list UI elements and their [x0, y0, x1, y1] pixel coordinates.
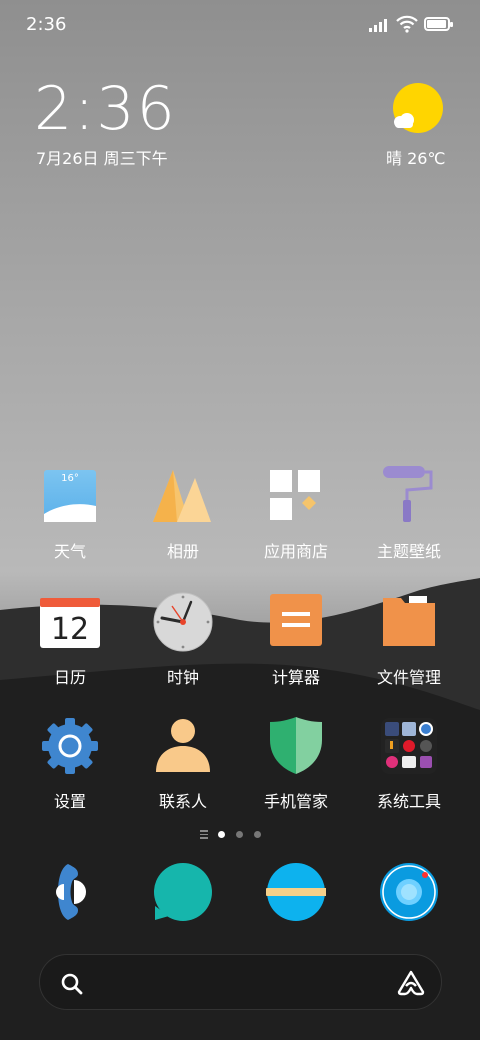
- gallery-icon: [153, 466, 213, 526]
- page-dot[interactable]: [236, 831, 243, 838]
- page-menu-icon: [200, 830, 208, 841]
- app-clock[interactable]: 时钟: [127, 592, 239, 688]
- app-file-manager[interactable]: 文件管理: [353, 592, 465, 688]
- weather-text[interactable]: 晴 26℃: [386, 145, 445, 169]
- security-icon: [266, 716, 326, 776]
- app-label: 文件管理: [376, 668, 441, 687]
- app-label: 主题壁纸: [376, 542, 441, 561]
- themes-icon: [379, 466, 439, 526]
- app-label: 天气: [53, 542, 86, 561]
- assistant-icon[interactable]: [397, 970, 425, 996]
- clock-widget-date[interactable]: 7月26日 周三下午: [36, 145, 168, 169]
- app-label: 系统工具: [376, 792, 441, 811]
- app-store-icon: [266, 466, 326, 526]
- app-security[interactable]: 手机管家: [240, 716, 352, 812]
- app-weather[interactable]: 16° 天气: [14, 466, 126, 562]
- messages-icon[interactable]: [153, 862, 213, 922]
- folder-tools[interactable]: 系统工具: [353, 716, 465, 812]
- app-calendar[interactable]: 12 日历: [14, 592, 126, 688]
- app-label: 设置: [53, 792, 86, 811]
- calendar-icon: 12: [40, 592, 100, 652]
- app-label: 日历: [53, 668, 86, 687]
- page-dot[interactable]: [254, 831, 261, 838]
- app-label: 计算器: [271, 668, 320, 687]
- clock-widget-time[interactable]: 2:36: [34, 76, 177, 142]
- file-manager-icon: [379, 592, 439, 652]
- page-indicator[interactable]: [200, 830, 280, 842]
- sunny-partly-cloudy-icon[interactable]: [390, 82, 444, 136]
- camera-icon[interactable]: [379, 862, 439, 922]
- app-label: 相册: [166, 542, 199, 561]
- weather-app-temp: 16°: [61, 473, 79, 484]
- app-gallery[interactable]: 相册: [127, 466, 239, 562]
- calendar-day: 12: [51, 612, 89, 647]
- settings-icon: [40, 716, 100, 776]
- app-themes[interactable]: 主题壁纸: [353, 466, 465, 562]
- app-calculator[interactable]: 计算器: [240, 592, 352, 688]
- phone-icon[interactable]: [40, 862, 100, 922]
- status-time: 2:36: [26, 14, 67, 35]
- calculator-icon: [266, 592, 326, 652]
- app-settings[interactable]: 设置: [14, 716, 126, 812]
- weather-app-icon: 16°: [40, 466, 100, 526]
- clock-icon: [153, 592, 213, 652]
- page-dot-active[interactable]: [218, 831, 225, 838]
- app-label: 联系人: [158, 792, 207, 811]
- app-label: 手机管家: [263, 792, 328, 811]
- app-label: 时钟: [166, 668, 199, 687]
- wifi-icon: [396, 15, 418, 33]
- signal-icon: [369, 18, 391, 32]
- browser-icon[interactable]: [266, 862, 328, 922]
- contacts-icon: [153, 716, 213, 776]
- app-store[interactable]: 应用商店: [240, 466, 352, 562]
- search-bar[interactable]: [39, 954, 442, 1010]
- battery-icon: [424, 17, 453, 31]
- app-contacts[interactable]: 联系人: [127, 716, 239, 812]
- tools-folder-icon: [379, 716, 439, 776]
- app-label: 应用商店: [263, 542, 328, 561]
- status-bar: 2:36: [0, 0, 480, 50]
- search-icon[interactable]: [60, 972, 84, 996]
